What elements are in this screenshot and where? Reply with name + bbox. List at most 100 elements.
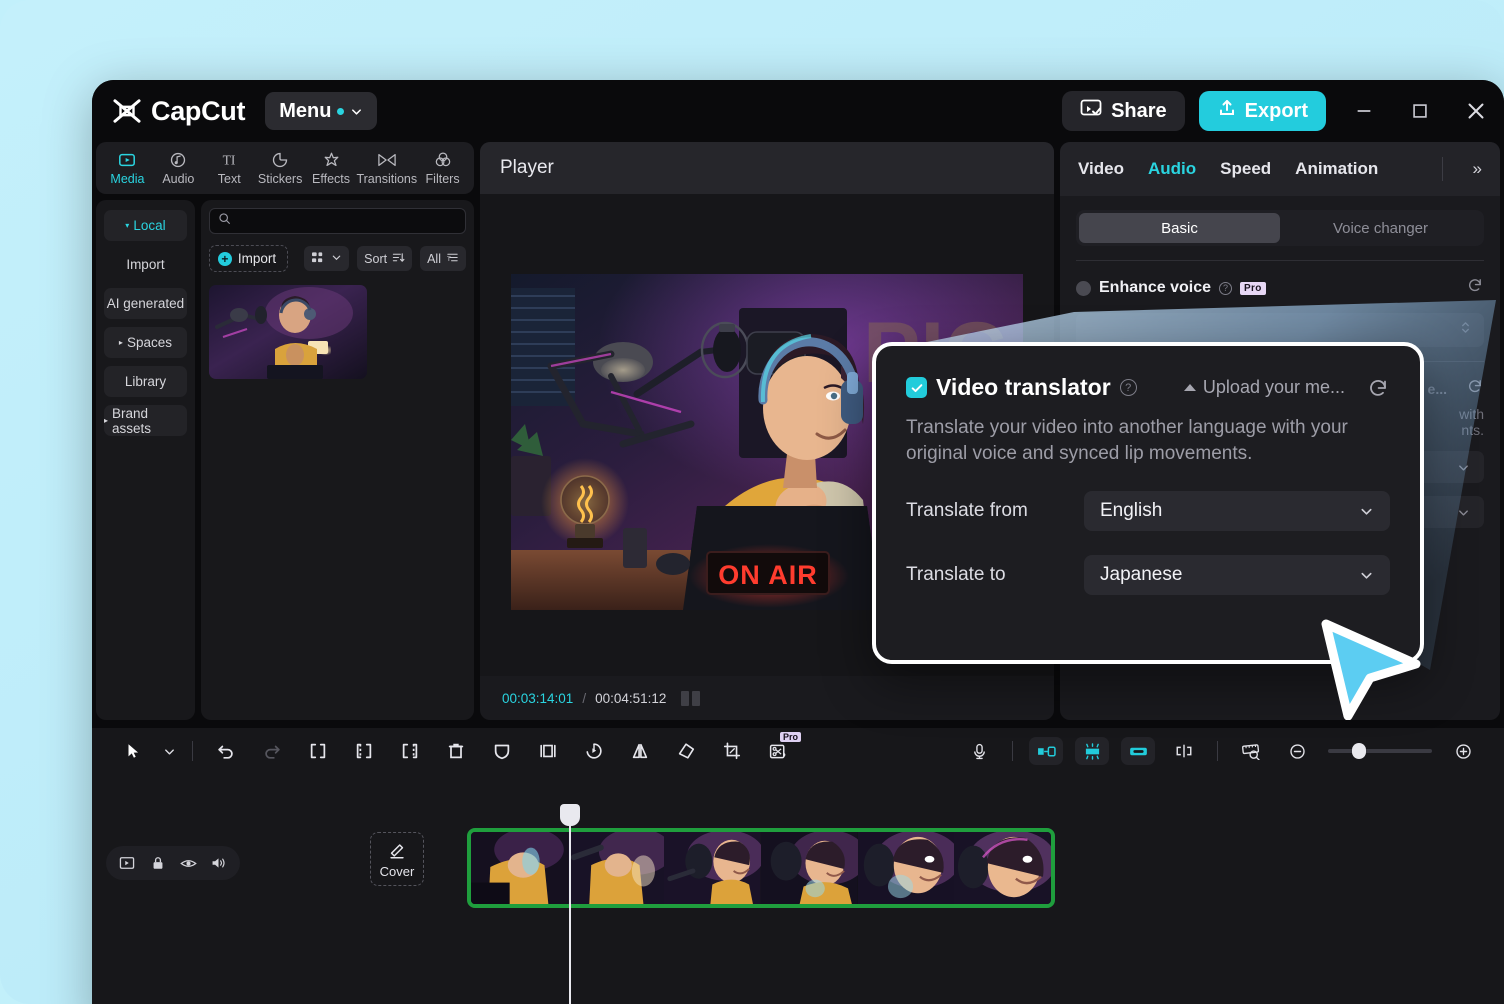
media-nav-label: Spaces	[127, 335, 172, 350]
timeline-video-clip[interactable]	[467, 828, 1055, 908]
auto-cutout-pro-icon[interactable]: Pro	[755, 729, 801, 773]
reverse-icon[interactable]	[663, 729, 709, 773]
tool-tab-label: Effects	[312, 172, 350, 186]
question-mark-icon[interactable]: ?	[1219, 282, 1232, 295]
tab-divider	[1442, 157, 1443, 181]
window-controls	[1336, 89, 1504, 133]
segment-basic[interactable]: Basic	[1079, 213, 1280, 243]
media-nav-library[interactable]: Library	[104, 366, 187, 397]
svg-text:TI: TI	[223, 152, 236, 167]
media-nav-import[interactable]: Import	[104, 249, 187, 280]
translate-to-select[interactable]: Japanese	[1084, 555, 1390, 595]
link-clip-icon[interactable]	[1121, 737, 1155, 765]
mirror-icon[interactable]	[617, 729, 663, 773]
playhead[interactable]	[569, 814, 571, 1004]
undo-icon[interactable]	[203, 729, 249, 773]
export-label: Export	[1245, 100, 1308, 123]
player-layout-icon[interactable]	[681, 691, 700, 706]
reset-icon[interactable]	[1467, 378, 1484, 400]
zoom-slider-knob[interactable]	[1352, 743, 1366, 759]
total-timecode: 00:04:51:12	[595, 691, 666, 706]
tab-speed[interactable]: Speed	[1220, 159, 1271, 179]
volume-icon[interactable]	[207, 851, 231, 875]
track-thumb-icon[interactable]	[115, 851, 139, 875]
zoom-out-icon[interactable]	[1274, 729, 1320, 773]
media-nav-local[interactable]: ▾ Local	[104, 210, 187, 241]
minimize-button[interactable]	[1336, 89, 1392, 133]
media-nav-ai-generated[interactable]: AI generated	[104, 288, 187, 319]
edit-pencil-icon	[387, 840, 407, 863]
zoom-slider[interactable]	[1328, 749, 1432, 753]
media-toolbar: + Import	[209, 245, 466, 272]
lock-icon[interactable]	[146, 851, 170, 875]
media-nav-list: ▾ Local Import AI generated ▸ Spaces Lib	[96, 200, 195, 720]
question-mark-icon[interactable]: ?	[1120, 379, 1137, 396]
media-search-bar[interactable]	[209, 208, 466, 234]
svg-text:T: T	[447, 256, 451, 263]
view-mode-button[interactable]	[304, 246, 349, 271]
redo-icon[interactable]	[249, 729, 295, 773]
sort-button[interactable]: Sort	[357, 246, 412, 271]
caret-right-icon: ▸	[119, 339, 123, 347]
media-nav-label: Brand assets	[112, 406, 187, 436]
close-button[interactable]	[1448, 89, 1504, 133]
eye-icon[interactable]	[176, 851, 200, 875]
translate-from-label: Translate from	[906, 500, 1084, 522]
tool-tab-audio[interactable]: Audio	[153, 150, 204, 186]
trim-right-icon[interactable]	[387, 729, 433, 773]
reset-icon[interactable]	[1368, 377, 1390, 399]
export-button[interactable]: Export	[1199, 91, 1326, 131]
stepper-icon[interactable]	[1459, 318, 1472, 342]
share-button[interactable]: Share	[1062, 91, 1185, 131]
popup-title: Video translator	[936, 374, 1111, 401]
tool-tab-label: Audio	[162, 172, 194, 186]
cover-button[interactable]: Cover	[370, 832, 424, 886]
player-title: Player	[500, 157, 554, 179]
svg-text:ON AIR: ON AIR	[718, 560, 818, 590]
tool-tab-text[interactable]: TI Text	[204, 150, 255, 186]
media-thumbnail-item[interactable]	[209, 285, 367, 379]
split-icon[interactable]	[295, 729, 341, 773]
translate-from-select[interactable]: English	[1084, 491, 1390, 531]
search-input[interactable]	[237, 214, 457, 228]
chevron-double-right-icon[interactable]: »	[1467, 159, 1482, 179]
media-nav-spaces[interactable]: ▸ Spaces	[104, 327, 187, 358]
delete-icon[interactable]	[433, 729, 479, 773]
tab-video[interactable]: Video	[1078, 159, 1124, 179]
enhance-voice-toggle[interactable]	[1076, 281, 1091, 296]
auto-beat-icon[interactable]	[1075, 737, 1109, 765]
brand-name: CapCut	[151, 96, 245, 127]
timeline-tracks: Cover	[252, 774, 1504, 1004]
zoom-in-icon[interactable]	[1440, 729, 1486, 773]
tool-tab-filters[interactable]: Filters	[417, 150, 468, 186]
tool-tab-media[interactable]: Media	[102, 150, 153, 186]
tab-audio[interactable]: Audio	[1148, 159, 1196, 179]
import-button[interactable]: + Import	[209, 245, 288, 272]
select-arrow-icon[interactable]	[110, 729, 156, 773]
ripple-delete-icon[interactable]	[1161, 729, 1207, 773]
upload-your-media-button[interactable]: Upload your me...	[1184, 377, 1345, 398]
tool-tab-label: Transitions	[356, 172, 417, 186]
caret-right-icon: ▸	[104, 417, 108, 425]
crop-icon[interactable]	[709, 729, 755, 773]
rotate-playhead-icon[interactable]	[571, 729, 617, 773]
reset-icon[interactable]	[1467, 277, 1484, 299]
title-bar: CapCut Menu Share	[92, 80, 1504, 142]
ruler-icon[interactable]	[1228, 729, 1274, 773]
media-nav-brand-assets[interactable]: ▸ Brand assets	[104, 405, 187, 436]
segment-voice-changer[interactable]: Voice changer	[1280, 213, 1481, 243]
freeze-frame-icon[interactable]	[525, 729, 571, 773]
tool-tab-transitions[interactable]: Transitions	[356, 150, 417, 186]
tab-animation[interactable]: Animation	[1295, 159, 1378, 179]
video-translator-checkbox[interactable]	[906, 377, 927, 398]
chevron-down-icon[interactable]	[156, 729, 182, 773]
keyframe-add-icon[interactable]	[1029, 737, 1063, 765]
menu-button[interactable]: Menu	[265, 92, 377, 130]
microphone-icon[interactable]	[956, 729, 1002, 773]
tool-tab-stickers[interactable]: Stickers	[255, 150, 306, 186]
mask-icon[interactable]	[479, 729, 525, 773]
tool-tab-effects[interactable]: Effects	[306, 150, 357, 186]
filter-button[interactable]: All T	[420, 246, 466, 271]
trim-left-icon[interactable]	[341, 729, 387, 773]
maximize-button[interactable]	[1392, 89, 1448, 133]
